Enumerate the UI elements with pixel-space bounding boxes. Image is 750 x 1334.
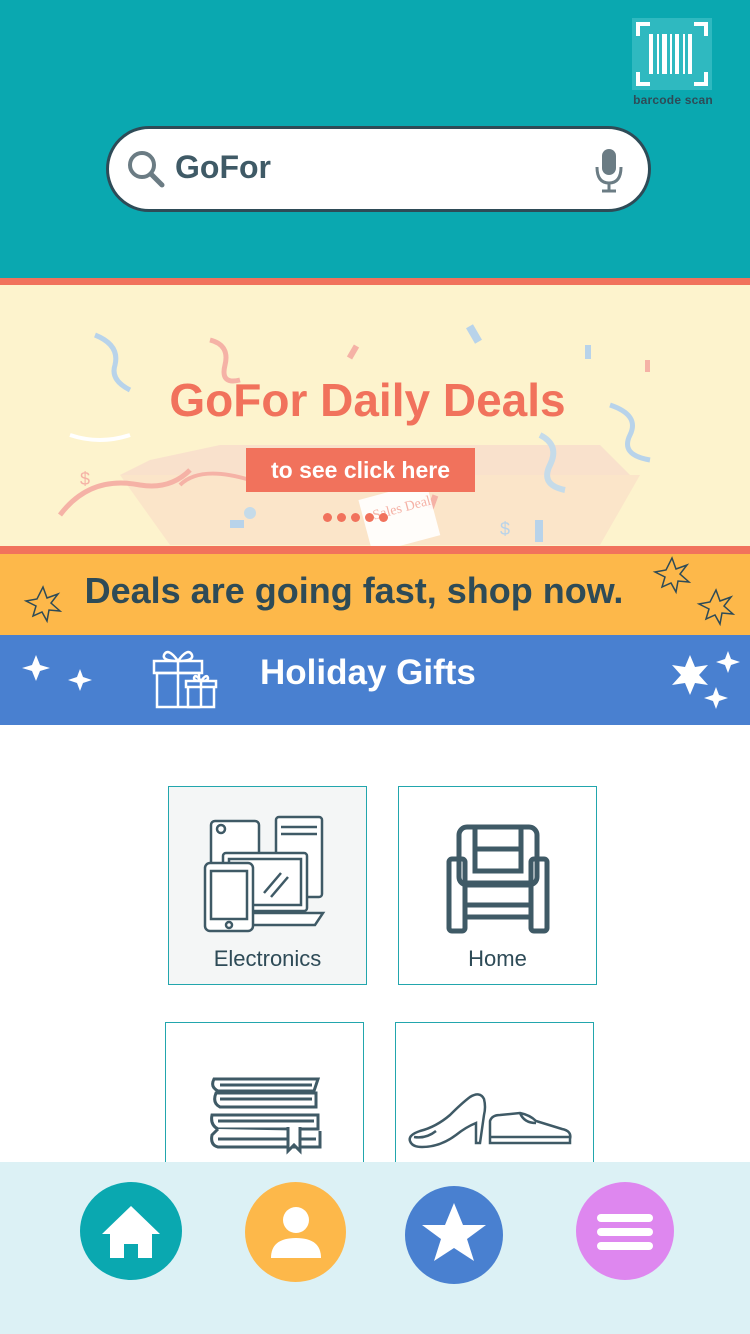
- carousel-dot[interactable]: [365, 513, 374, 522]
- category-home[interactable]: Home: [398, 786, 597, 985]
- menu-icon: [597, 1214, 653, 1250]
- promo-strip-text: Deals are going fast, shop now.: [84, 570, 624, 611]
- banner-title: GoFor Daily Deals: [169, 374, 566, 426]
- header: barcode scan GoFor: [0, 0, 750, 278]
- holiday-gifts-label: Holiday Gifts: [260, 653, 476, 692]
- search-input[interactable]: GoFor: [175, 149, 271, 186]
- nav-favorites-button[interactable]: [405, 1186, 503, 1284]
- nav-home-button[interactable]: [80, 1182, 182, 1280]
- armchair-icon: [446, 824, 550, 934]
- carousel-dot[interactable]: [323, 513, 332, 522]
- shoes-icon: [408, 1093, 572, 1149]
- category-label: Home: [468, 946, 527, 971]
- search-bar[interactable]: GoFor: [106, 126, 651, 212]
- svg-text:$: $: [500, 519, 510, 539]
- see-deals-button[interactable]: to see click here: [246, 448, 475, 492]
- nav-menu-button[interactable]: [576, 1182, 674, 1280]
- books-icon: [210, 1077, 322, 1155]
- search-icon[interactable]: [125, 148, 167, 190]
- daily-deals-banner[interactable]: $ $ Sales Deals GoFor Daily Deals to see…: [0, 278, 750, 554]
- barcode-label: barcode scan: [633, 93, 713, 107]
- star-icon: [422, 1203, 486, 1261]
- gift-icon: [152, 650, 218, 709]
- electronics-icon: [203, 815, 326, 933]
- svg-text:$: $: [80, 469, 90, 489]
- carousel-dot[interactable]: [351, 513, 360, 522]
- carousel-indicator[interactable]: [323, 513, 388, 522]
- category-electronics[interactable]: Electronics: [168, 786, 367, 985]
- user-icon: [271, 1207, 321, 1258]
- holiday-gifts-strip[interactable]: Holiday Gifts: [0, 635, 750, 725]
- promo-strip[interactable]: Deals are going fast, shop now.: [0, 554, 750, 635]
- category-label: Electronics: [213, 946, 322, 971]
- barcode-scan-button[interactable]: barcode scan: [632, 18, 714, 108]
- carousel-dot[interactable]: [337, 513, 346, 522]
- home-icon: [102, 1206, 160, 1258]
- barcode-icon: [632, 18, 712, 90]
- carousel-dot[interactable]: [379, 513, 388, 522]
- nav-profile-button[interactable]: [245, 1182, 346, 1282]
- bottom-navigation: [0, 1162, 750, 1334]
- microphone-icon[interactable]: [594, 147, 624, 193]
